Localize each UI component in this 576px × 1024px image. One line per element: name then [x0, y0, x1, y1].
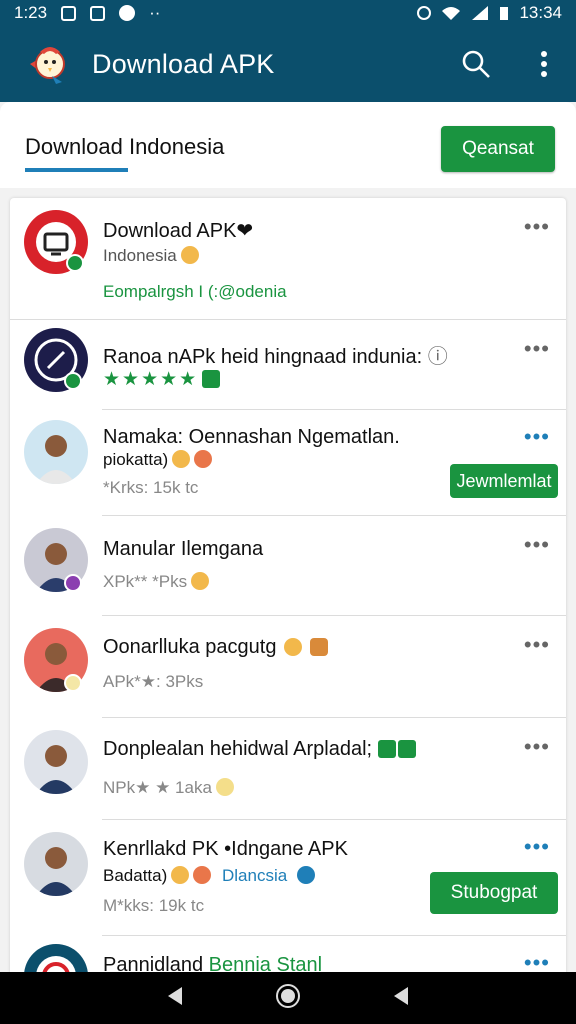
avatar [24, 730, 88, 794]
list-item[interactable]: Ranoa nAPk heid hingnaad indunia: ⓘ ★★★★… [10, 320, 566, 410]
chicken-mascot-logo-icon [22, 40, 70, 88]
item-title: Oonarlluka pacgutg [103, 636, 329, 659]
emoji-icon [310, 638, 329, 656]
more-options-icon[interactable]: ••• [524, 632, 550, 658]
chat-icon [398, 740, 417, 758]
store-icon [202, 370, 221, 388]
recents-icon[interactable] [390, 985, 412, 1012]
item-title: Donplealan hehidwal Arpladal; [103, 738, 417, 761]
avatar [24, 420, 88, 484]
item-subtitle: Indonesia [103, 246, 199, 266]
more-options-icon[interactable]: ••• [524, 734, 550, 760]
verified-badge-icon [64, 372, 82, 390]
install-button[interactable]: Stubogpat [430, 872, 558, 914]
list-item[interactable]: Download APK❤ Indonesia Eompalrgsh I (:@… [10, 198, 566, 320]
item-developer: Eompalrgsh I (:@odenia [103, 282, 287, 301]
item-title: Kenrllakd PK •Idngane APK [103, 838, 348, 860]
app-list: Download APK❤ Indonesia Eompalrgsh I (:@… [10, 198, 566, 974]
item-meta: XPk** *Pks [103, 572, 210, 592]
list-item[interactable]: Donplealan hehidwal Arpladal; NPk★ ★ 1ak… [10, 718, 566, 820]
more-options-icon[interactable]: ••• [524, 532, 550, 558]
more-options-icon[interactable]: ••• [524, 214, 550, 240]
list-item[interactable]: Manular Ilemgana XPk** *Pks ••• [10, 516, 566, 616]
primary-action-button[interactable]: Qeansat [441, 126, 555, 172]
wifi-icon [442, 7, 461, 20]
verified-badge-icon [66, 254, 84, 272]
item-title: Pannidland Bennia Stanl [103, 954, 323, 974]
emoji-icon [284, 638, 303, 656]
tab-download-indonesia[interactable]: Download Indonesia [25, 134, 224, 160]
item-rating: ★★★★★ [103, 368, 221, 391]
item-title: Download APK❤ [103, 220, 254, 242]
tab-strip: Download Indonesia Qeansat [0, 102, 576, 188]
photo-notification-icon [90, 5, 106, 21]
emoji-icon [193, 866, 212, 884]
app-bar: Download APK [0, 26, 576, 102]
notification-icon [61, 5, 77, 21]
bell-icon [215, 778, 234, 796]
back-icon[interactable] [164, 985, 186, 1012]
item-subtitle: piokatta) [103, 450, 213, 470]
overflow-menu-icon[interactable] [528, 48, 560, 80]
tab-indicator [25, 168, 128, 172]
badge-icon [64, 574, 82, 592]
system-nav-bar [0, 972, 576, 1024]
info-icon: ⓘ [427, 346, 448, 368]
item-subtitle: Badatta) Dlancsia [103, 866, 316, 886]
status-clock: 13:34 [519, 3, 562, 22]
emoji-icon [191, 572, 210, 590]
item-meta: *Krks: 15k tc [103, 478, 199, 497]
list-item[interactable]: Pannidland Bennia Stanl ••• [10, 936, 566, 974]
signal-icon [472, 6, 489, 20]
battery-icon [500, 7, 509, 20]
alarm-icon [417, 6, 432, 20]
badge-icon [64, 674, 82, 692]
item-title: Namaka: Oennashan Ngematlan. [103, 426, 400, 448]
store-icon [378, 740, 397, 758]
item-meta: M*kks: 19k tc [103, 896, 205, 915]
app-icon [24, 944, 88, 974]
more-options-icon[interactable]: ••• [524, 950, 550, 974]
home-icon[interactable] [275, 983, 301, 1014]
item-title: Manular Ilemgana [103, 538, 264, 560]
emoji-icon [194, 450, 213, 468]
list-item[interactable]: Kenrllakd PK •Idngane APK Badatta) Dlanc… [10, 820, 566, 936]
more-notifications-icon: ·· [149, 3, 161, 22]
item-meta: NPk★ ★ 1aka [103, 778, 234, 798]
app-title: Download APK [92, 48, 275, 79]
search-icon[interactable] [460, 48, 492, 80]
item-meta: APk*★: 3Pks [103, 672, 204, 691]
emoji-icon [180, 246, 199, 264]
list-item[interactable]: Namaka: Oennashan Ngematlan. piokatta) *… [10, 410, 566, 516]
verified-icon [297, 866, 316, 884]
avatar [24, 832, 88, 896]
item-title: Ranoa nAPk heid hingnaad indunia: ⓘ [103, 346, 448, 368]
app-notification-icon [119, 5, 136, 21]
status-time: 1:23 [14, 3, 48, 22]
list-item[interactable]: Oonarlluka pacgutg APk*★: 3Pks ••• [10, 616, 566, 718]
more-options-icon[interactable]: ••• [524, 424, 550, 450]
more-options-icon[interactable]: ••• [524, 336, 550, 362]
install-button[interactable]: Jewmlemlat [450, 464, 558, 498]
more-options-icon[interactable]: ••• [524, 834, 550, 860]
emoji-icon [171, 866, 190, 884]
status-bar: 1:23 ·· 13:34 [0, 0, 576, 26]
emoji-icon [172, 450, 191, 468]
